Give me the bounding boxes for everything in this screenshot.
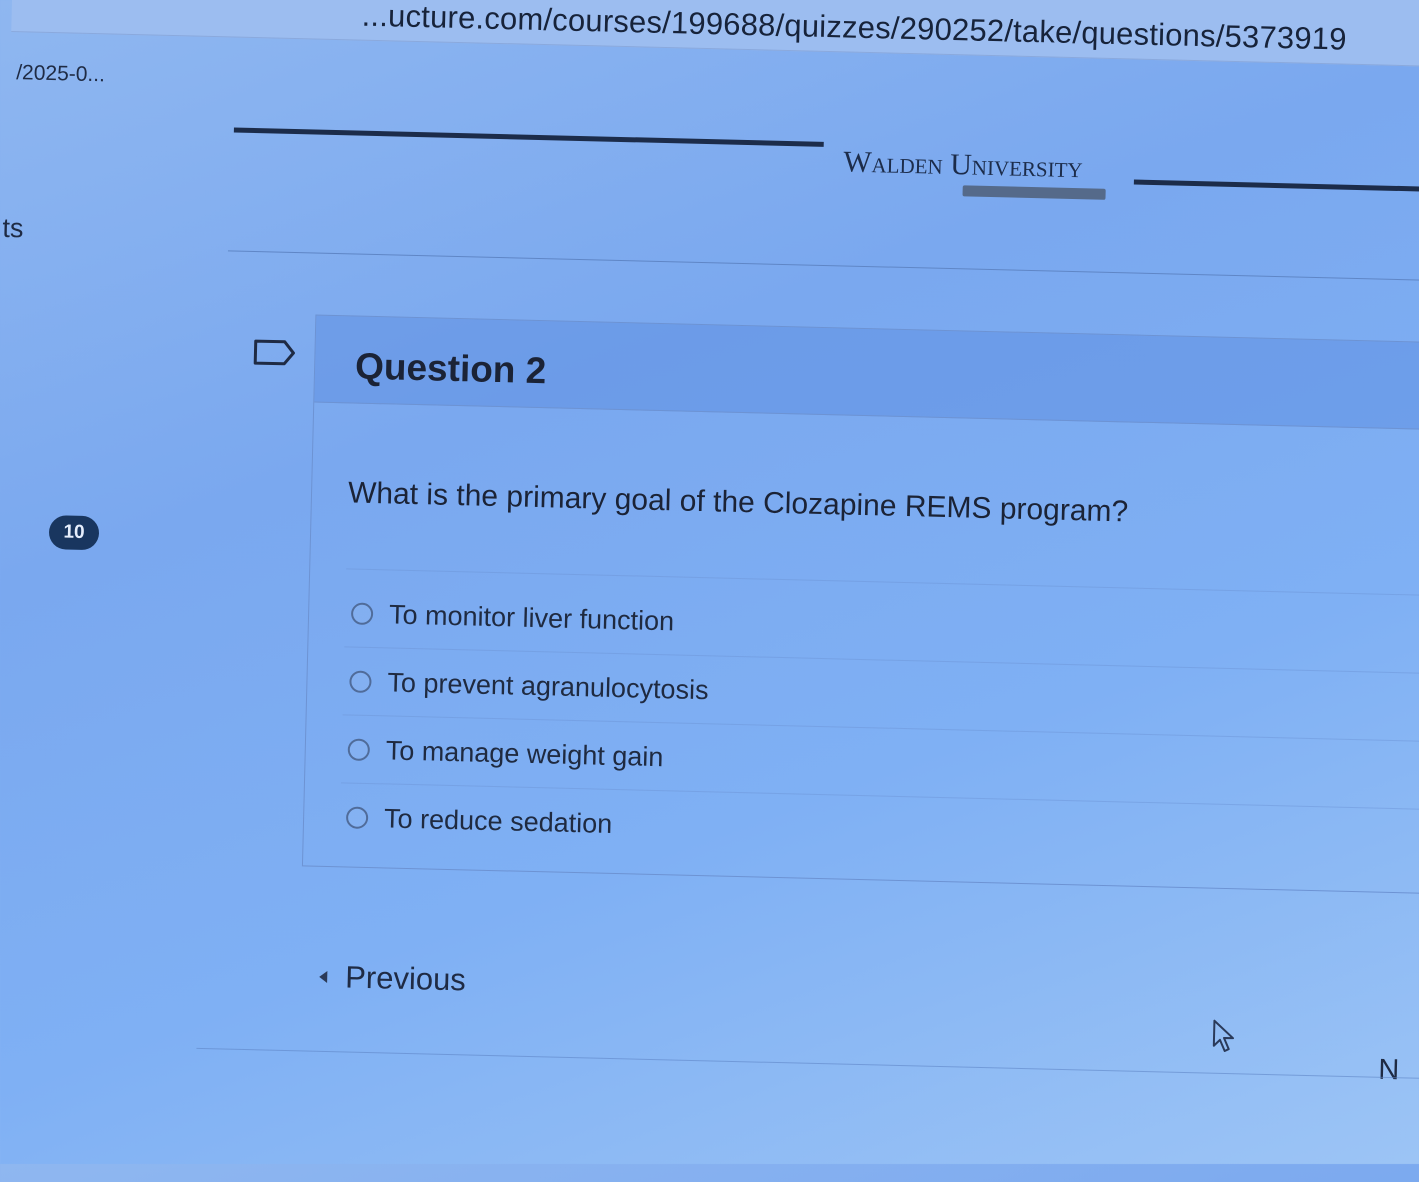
radio-button[interactable]: [349, 670, 372, 694]
logo-tagline-strip: [962, 185, 1106, 200]
previous-label[interactable]: Previous: [345, 959, 466, 998]
answer-divider: [346, 568, 1419, 597]
address-bar[interactable]: ...ucture.com/courses/199688/quizzes/290…: [11, 0, 1419, 67]
sidebar-label-partial: ts: [2, 212, 24, 244]
answer-label[interactable]: To manage weight gain: [385, 735, 663, 773]
header-divider: [227, 250, 1419, 282]
next-button-partial[interactable]: N: [1378, 1054, 1400, 1088]
question-title: Question 2: [354, 345, 547, 392]
question-count-badge: 10: [48, 515, 100, 551]
chevron-left-icon: [319, 970, 328, 984]
question-card: Question 2 What is the primary goal of t…: [301, 314, 1419, 895]
question-text: What is the primary goal of the Clozapin…: [347, 476, 1129, 529]
question-header: Question 2: [314, 315, 1419, 431]
logo-rule-left: [233, 127, 824, 147]
answer-option-weight-gain[interactable]: To manage weight gain: [347, 734, 664, 773]
quiz-page: ...ucture.com/courses/199688/quizzes/290…: [0, 0, 1419, 1181]
logo-rule-right: [1133, 179, 1419, 192]
previous-button[interactable]: Previous: [319, 959, 466, 999]
radio-button[interactable]: [350, 602, 374, 626]
answer-option-liver-function[interactable]: To monitor liver function: [350, 599, 675, 637]
answer-option-reduce-sedation[interactable]: To reduce sedation: [345, 802, 613, 840]
walden-university-logo: Walden University: [842, 145, 1084, 185]
mouse-cursor-icon: [1212, 1019, 1235, 1052]
answer-label[interactable]: To reduce sedation: [384, 803, 613, 840]
breadcrumb[interactable]: /2025-0...: [16, 61, 105, 87]
url-text[interactable]: ...ucture.com/courses/199688/quizzes/290…: [361, 0, 1347, 58]
flag-question-icon[interactable]: [252, 339, 297, 366]
radio-button[interactable]: [347, 738, 371, 762]
radio-button[interactable]: [345, 806, 369, 829]
answer-label[interactable]: To monitor liver function: [389, 599, 675, 637]
answer-option-agranulocytosis[interactable]: To prevent agranulocytosis: [349, 666, 709, 705]
answer-label[interactable]: To prevent agranulocytosis: [387, 667, 709, 706]
